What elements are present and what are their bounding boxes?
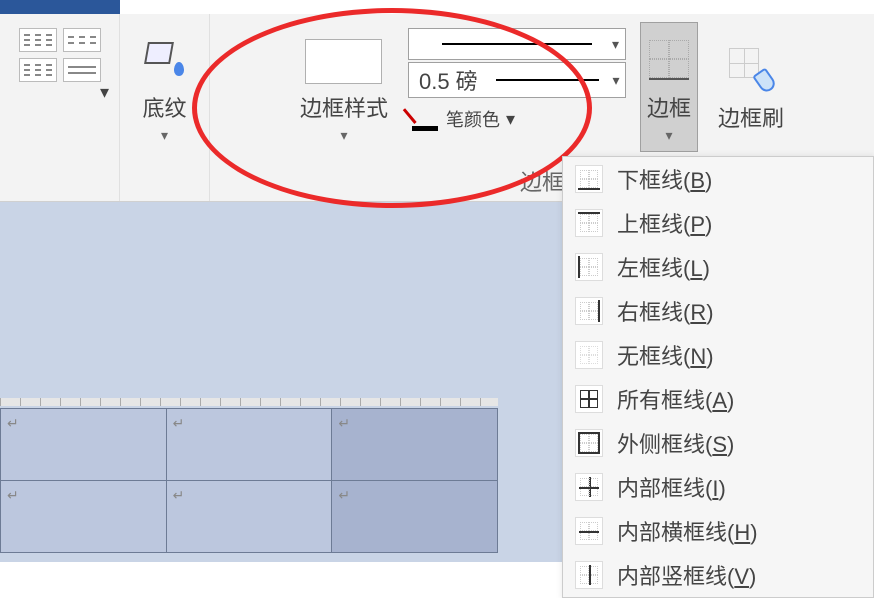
table-cell[interactable]: ↵ [332,409,498,481]
menu-item-label: 外侧框线(S) [617,427,734,459]
chevron-down-icon: ▾ [340,127,347,144]
paint-bucket-icon [142,38,186,82]
dropdown-caret-icon[interactable]: ▾ [100,82,109,103]
border-settings-column: ▾ 0.5 磅 ▾ 笔颜色 ▾ [408,22,626,132]
para-style-icon[interactable] [19,58,57,82]
chevron-down-icon: ▾ [612,36,619,53]
title-bar-fragment [0,0,120,14]
border-painter-label: 边框刷 [718,101,784,133]
border-bottom-icon [575,165,603,193]
para-style-icon[interactable] [19,28,57,52]
menu-item-none[interactable]: 无框线(N) [563,333,873,377]
menu-item-label: 下框线(B) [617,163,712,195]
menu-item-bottom[interactable]: 下框线(B) [563,157,873,201]
table-cell[interactable]: ↵ [1,481,167,553]
chevron-down-icon: ▾ [506,109,515,130]
border-right-icon [575,297,603,325]
menu-item-label: 所有框线(A) [617,383,734,415]
menu-item-label: 内部横框线(H) [617,515,758,547]
menu-item-label: 内部框线(I) [617,471,726,503]
border-style-label: 边框样式 [300,91,388,123]
border-inside-icon [575,473,603,501]
chevron-down-icon: ▾ [607,72,625,89]
menu-item-outside[interactable]: 外侧框线(S) [563,421,873,465]
border-painter-button[interactable]: 边框刷 [712,22,790,152]
menu-item-label: 无框线(N) [617,339,714,371]
border-style-icon [305,39,382,84]
menu-item-label: 上框线(P) [617,207,712,239]
border-all-icon [575,385,603,413]
borders-split-button[interactable]: 边框 ▾ [640,22,698,152]
menu-item-right[interactable]: 右框线(R) [563,289,873,333]
table-cell[interactable]: ↵ [332,481,498,553]
menu-item-inside[interactable]: 内部框线(I) [563,465,873,509]
para-style-icon[interactable] [63,28,101,52]
table-cell[interactable]: ↵ [166,481,332,553]
group-label-borders: 边框 [520,165,564,201]
line-weight-dropdown[interactable]: 0.5 磅 ▾ [408,62,626,98]
border-outside-icon [575,429,603,457]
table-cell[interactable]: ↵ [166,409,332,481]
border-style-button[interactable]: 边框样式 ▾ [294,22,394,152]
menu-item-left[interactable]: 左框线(L) [563,245,873,289]
table-cell[interactable]: ↵ [1,409,167,481]
menu-item-label: 内部竖框线(V) [617,559,756,591]
border-vinside-icon [575,561,603,589]
chevron-down-icon: ▾ [161,127,168,144]
borders-dropdown-menu: 下框线(B) 上框线(P) 左框线(L) 右框线(R) 无框线(N) 所有框线(A) 外侧框… [562,156,874,598]
border-none-icon [575,341,603,369]
shading-label: 底纹 [142,91,186,123]
para-style-icon[interactable] [63,58,101,82]
pen-icon [412,107,440,131]
menu-item-vinside[interactable]: 内部竖框线(V) [563,553,873,597]
menu-item-top[interactable]: 上框线(P) [563,201,873,245]
borders-icon [649,40,689,80]
border-left-icon [575,253,603,281]
pen-color-label: 笔颜色 [446,106,500,132]
menu-item-hinside[interactable]: 内部横框线(H) [563,509,873,553]
menu-item-label: 右框线(R) [617,295,714,327]
line-weight-value: 0.5 磅 [409,64,488,96]
ruler [0,398,498,406]
border-hinside-icon [575,517,603,545]
pen-color-button[interactable]: 笔颜色 ▾ [408,106,626,132]
borders-button-label: 边框 [647,91,691,123]
chevron-down-icon: ▾ [665,127,672,144]
border-painter-icon [729,48,773,92]
line-style-dropdown[interactable]: ▾ [408,28,626,60]
border-top-icon [575,209,603,237]
shading-group: 底纹 ▾ [120,14,210,201]
menu-item-label: 左框线(L) [617,251,710,283]
paragraph-group-partial: ▾ [0,14,120,201]
menu-item-all[interactable]: 所有框线(A) [563,377,873,421]
shading-button[interactable]: 底纹 ▾ [136,22,192,152]
document-table[interactable]: ↵ ↵ ↵ ↵ ↵ ↵ [0,408,498,553]
